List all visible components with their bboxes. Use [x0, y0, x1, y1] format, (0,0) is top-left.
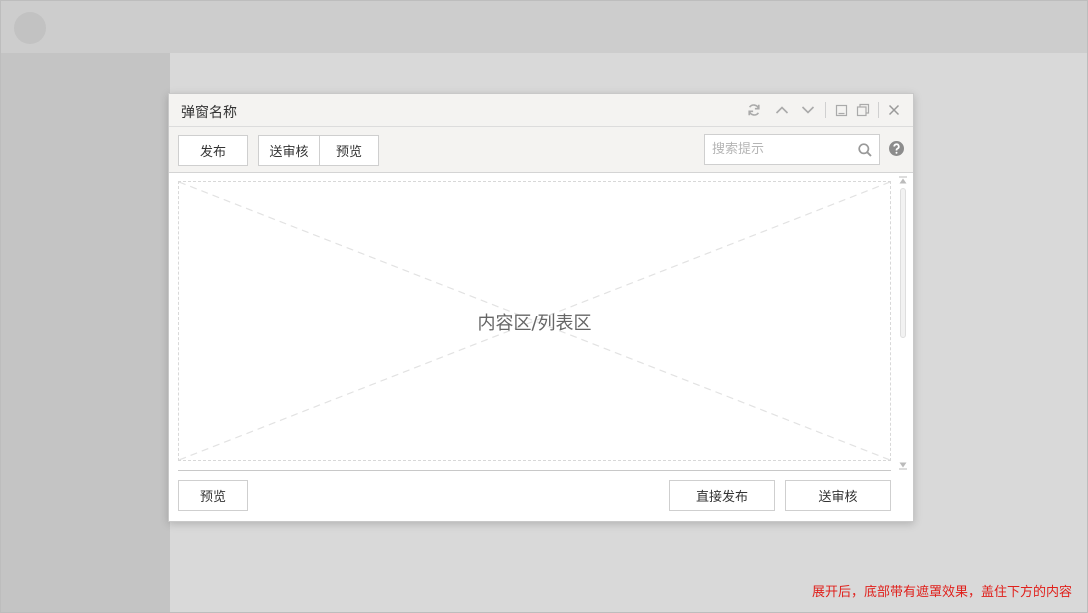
- dialog-header: 弹窗名称: [169, 94, 913, 127]
- dialog-footer: 预览 直接发布 送审核: [169, 470, 913, 521]
- search-input[interactable]: [705, 135, 850, 164]
- content-placeholder-label: 内容区/列表区: [477, 313, 592, 334]
- scrollbar[interactable]: [897, 176, 909, 470]
- dialog-title: 弹窗名称: [181, 105, 237, 121]
- search-icon[interactable]: [857, 142, 873, 158]
- annotation-note: 展开后，底部带有遮罩效果，盖住下方的内容: [811, 585, 1072, 600]
- footer-divider: [178, 470, 891, 471]
- search-box: [704, 134, 880, 165]
- header-divider: [825, 102, 826, 118]
- help-icon[interactable]: [888, 140, 905, 157]
- dialog-header-icons: [743, 100, 905, 120]
- scroll-up-arrow-icon[interactable]: [899, 176, 907, 184]
- direct-publish-button[interactable]: 直接发布: [669, 480, 775, 511]
- submit-review-button[interactable]: 送审核: [259, 136, 319, 165]
- dialog-toolbar: 发布 送审核 预览: [169, 127, 913, 173]
- scrollbar-thumb[interactable]: [900, 188, 906, 338]
- top-bar: [1, 1, 1087, 53]
- dialog: 弹窗名称 发布 送审核 预览 搜索提示 内容区/列表区 预览 直接发布 送审核: [168, 93, 914, 522]
- refresh-icon[interactable]: [743, 100, 765, 120]
- minimize-icon[interactable]: [830, 100, 852, 120]
- scroll-down-arrow-icon[interactable]: [899, 462, 907, 470]
- avatar[interactable]: [14, 12, 46, 44]
- sidebar: [1, 53, 170, 612]
- publish-button[interactable]: 发布: [178, 135, 248, 166]
- content-area: 内容区/列表区: [169, 174, 913, 470]
- chevron-down-icon[interactable]: [797, 100, 819, 120]
- review-preview-button-group: 送审核 预览: [258, 135, 379, 166]
- restore-icon[interactable]: [852, 100, 874, 120]
- chevron-up-icon[interactable]: [771, 100, 793, 120]
- content-placeholder: 内容区/列表区: [178, 181, 891, 461]
- footer-preview-button[interactable]: 预览: [178, 480, 248, 511]
- close-icon[interactable]: [883, 100, 905, 120]
- header-divider: [878, 102, 879, 118]
- footer-submit-review-button[interactable]: 送审核: [785, 480, 891, 511]
- preview-button[interactable]: 预览: [319, 136, 378, 165]
